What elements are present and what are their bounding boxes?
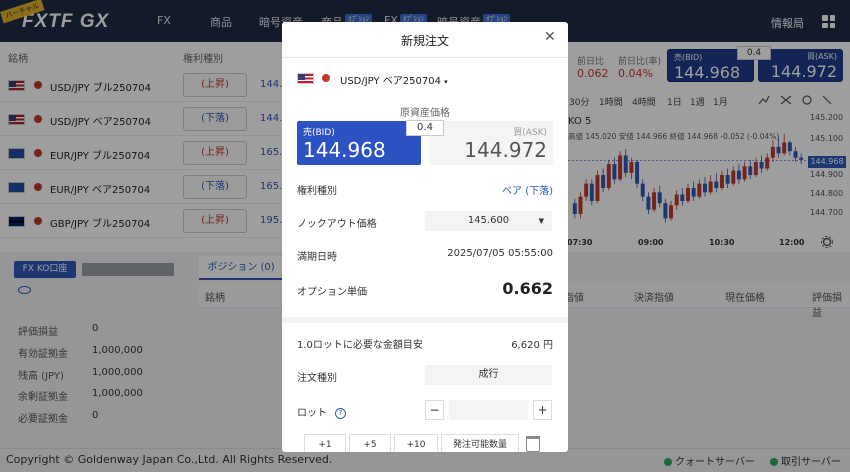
option-price-label: オプション単価 <box>297 287 367 298</box>
add-10-button[interactable]: +10 <box>394 434 438 452</box>
new-order-dialog: 新規注文 ✕ USD/JPY ベア250704 ▾ 原資産価格 売(BID) 1… <box>282 22 568 452</box>
status-dot <box>322 74 330 82</box>
lot-input[interactable] <box>449 400 528 420</box>
bid-price-box[interactable]: 売(BID) 144.968 <box>297 121 421 165</box>
lot-decrement-button[interactable]: − <box>425 400 444 420</box>
right-type-value[interactable]: ベア (下落) <box>502 182 553 197</box>
dialog-title: 新規注文 <box>400 34 449 48</box>
expiry-value: 2025/07/05 05:55:00 <box>447 248 553 259</box>
spread-value: 0.4 <box>406 120 444 136</box>
add-1-button[interactable]: +1 <box>304 434 346 452</box>
expiry-label: 満期日時 <box>297 252 337 263</box>
order-type-value[interactable]: 成行 <box>425 365 552 385</box>
add-5-button[interactable]: +5 <box>349 434 391 452</box>
required-amount-value: 6,620 円 <box>511 340 553 351</box>
order-type-label: 注文種別 <box>297 373 337 384</box>
required-amount-label: 1.0ロットに必要な金額目安 <box>297 340 423 351</box>
trash-icon[interactable] <box>526 436 540 452</box>
help-icon[interactable]: ? <box>335 407 346 419</box>
us-flag-icon <box>297 73 314 84</box>
right-type-label: 権利種別 <box>297 186 337 197</box>
knockout-label: ノックアウト価格 <box>297 219 377 230</box>
close-icon[interactable]: ✕ <box>544 29 556 45</box>
lot-label: ロット? <box>297 404 346 419</box>
symbol-selector[interactable]: USD/JPY ベア250704 ▾ <box>340 72 448 87</box>
ask-price-box[interactable]: 買(ASK) 144.972 <box>429 121 553 165</box>
knockout-price-select[interactable]: 145.600 ▼ <box>425 211 552 231</box>
lot-increment-button[interactable]: + <box>533 400 552 420</box>
option-price-value: 0.662 <box>502 279 553 298</box>
caret-down-icon: ▼ <box>538 217 544 225</box>
max-quantity-button[interactable]: 発注可能数量 <box>441 434 519 452</box>
underlying-label: 原資産価格 <box>400 108 450 119</box>
